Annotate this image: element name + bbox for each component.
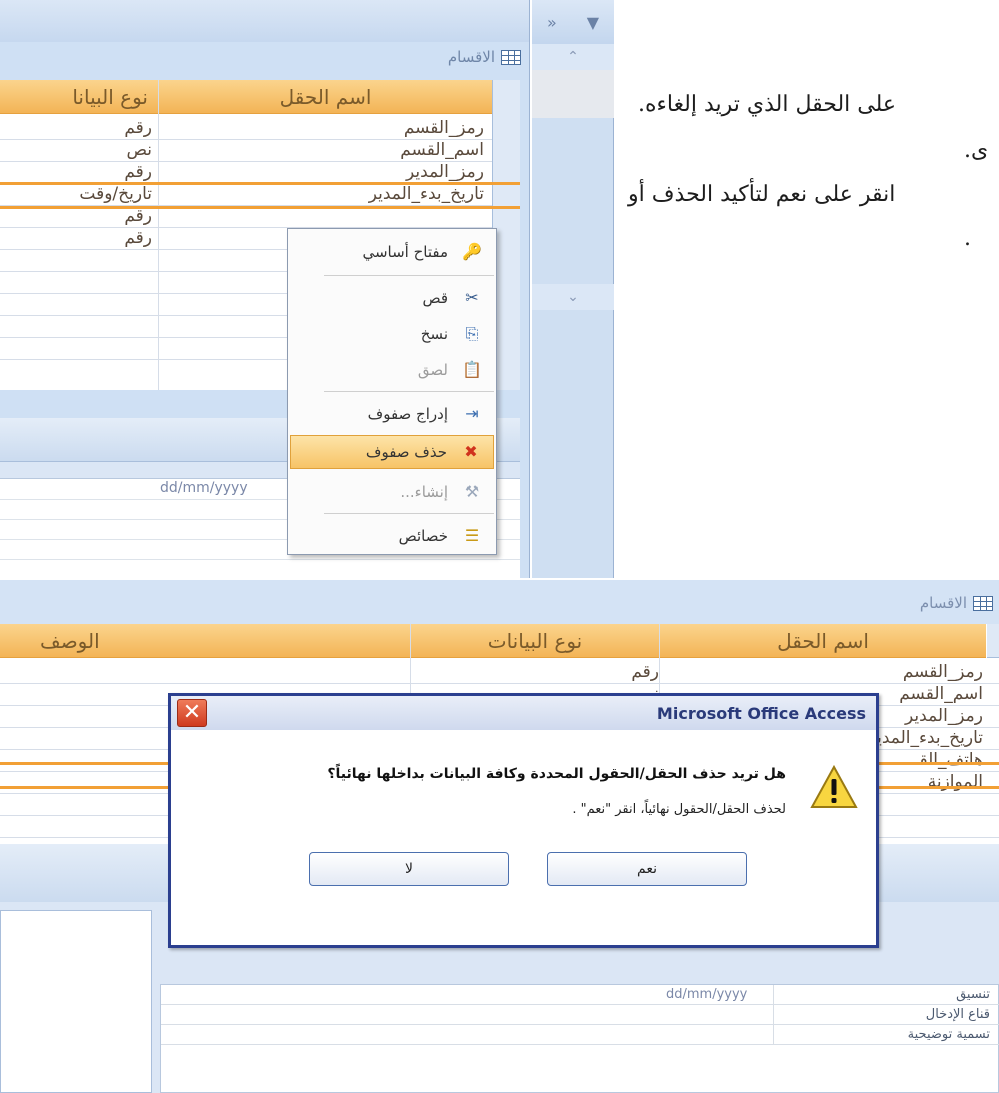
table-row[interactable]: رمز_القسم رقم — [0, 118, 492, 140]
column-header-description[interactable]: الوصف — [0, 624, 410, 658]
field-name-cell[interactable]: تاريخ_بدء_المدير — [868, 728, 983, 748]
column-header-data-type[interactable]: نوع البيانا — [0, 80, 158, 114]
menu-item-label: قص — [422, 289, 448, 307]
data-type-cell[interactable]: نص — [126, 140, 152, 160]
nav-pane-header: » ▼ — [532, 0, 614, 44]
menu-item-primary-key[interactable]: مفتاح أساسي 🔑 — [290, 235, 494, 269]
field-name-cell[interactable]: هاتف_القـ — [915, 750, 983, 770]
property-label: تنسيق — [956, 987, 990, 1002]
navigation-pane: » ▼ ⌃ ⌄ — [532, 0, 614, 578]
property-row[interactable]: تسمية توضيحية — [161, 1025, 999, 1045]
no-button[interactable]: لا — [309, 852, 509, 886]
data-type-cell[interactable]: رقم — [124, 228, 152, 248]
table-tab-label: الاقسام — [919, 594, 967, 612]
menu-item-insert-rows[interactable]: إدراج صفوف ⇥ — [290, 397, 494, 431]
menu-item-delete-rows[interactable]: حذف صفوف ✖ — [290, 435, 494, 469]
menu-item-label: حذف صفوف — [365, 443, 447, 461]
data-type-cell[interactable]: تاريخ/وقت — [79, 184, 152, 204]
properties-icon: ☰ — [464, 526, 480, 545]
table-row[interactable]: رمز_المدير رقم — [0, 162, 492, 184]
ribbon-strip — [0, 0, 529, 42]
table-tab[interactable]: الاقسام — [448, 44, 521, 70]
field-name-cell[interactable]: اسم_القسم — [899, 684, 983, 704]
field-name-cell[interactable]: اسم_القسم — [400, 140, 484, 160]
column-header-field-name[interactable]: اسم الحقل — [159, 80, 492, 114]
dialog-message: هل تريد حذف الحقل/الحقول المحددة وكافة ا… — [327, 766, 786, 782]
property-label: قناع الإدخال — [925, 1007, 990, 1022]
context-menu: مفتاح أساسي 🔑 قص ✂ نسخ ⎘ لصق 📋 إدراج صفو… — [287, 228, 497, 555]
table-row[interactable]: رقم — [0, 206, 492, 228]
menu-item-build[interactable]: إنشاء... ⚒ — [290, 475, 494, 509]
table-icon — [501, 49, 521, 65]
yes-button[interactable]: نعم — [547, 852, 747, 886]
menu-item-label: إنشاء... — [400, 483, 448, 501]
property-value[interactable]: dd/mm/yyyy — [666, 987, 747, 1002]
menu-item-label: نسخ — [420, 325, 448, 343]
menu-item-label: إدراج صفوف — [367, 405, 448, 423]
property-label: تسمية توضيحية — [907, 1027, 990, 1042]
instruction-line: . — [964, 226, 971, 251]
close-icon[interactable]: ✕ — [177, 699, 207, 727]
column-header-data-type[interactable]: نوع البيانات — [411, 624, 659, 658]
field-name-cell[interactable]: الموازنة — [928, 772, 983, 792]
menu-item-cut[interactable]: قص ✂ — [290, 281, 494, 315]
nav-selected-group[interactable] — [532, 70, 614, 118]
instruction-line: انقر على نعم لتأكيد الحذف أو — [628, 182, 896, 207]
table-tab[interactable]: الاقسام — [920, 594, 993, 612]
table-row-selected[interactable]: تاريخ_بدء_المدير تاريخ/وقت — [0, 184, 492, 206]
copy-icon: ⎘ — [465, 324, 479, 343]
property-divider — [0, 559, 520, 560]
warning-icon — [810, 764, 858, 808]
confirm-delete-dialog: Microsoft Office Access ✕ هل تريد حذف ال… — [168, 693, 879, 948]
data-type-cell[interactable]: رقم — [631, 662, 659, 682]
field-name-cell[interactable]: رمز_القسم — [903, 662, 983, 682]
select-all-corner[interactable] — [987, 624, 999, 658]
menu-item-copy[interactable]: نسخ ⎘ — [290, 317, 494, 351]
field-name-cell[interactable]: تاريخ_بدء_المدير — [369, 184, 484, 204]
data-type-cell[interactable]: رقم — [124, 206, 152, 226]
field-name-cell[interactable]: رمز_القسم — [404, 118, 484, 138]
delete-rows-icon: ✖ — [464, 442, 478, 461]
bottom-table-design-view: الاقسام الوصف نوع البيانات اسم الحقل رمز… — [0, 580, 999, 1093]
property-row[interactable]: تنسيق dd/mm/yyyy — [161, 985, 999, 1005]
menu-item-paste[interactable]: لصق 📋 — [290, 353, 494, 387]
menu-separator — [324, 275, 494, 276]
instruction-line: ى. — [964, 138, 989, 163]
data-type-cell[interactable]: رقم — [124, 118, 152, 138]
dialog-title-bar[interactable]: Microsoft Office Access — [171, 696, 876, 730]
menu-separator — [324, 391, 494, 392]
table-row[interactable]: رمز_القسم رقم — [0, 662, 999, 684]
selection-border-top — [0, 182, 520, 185]
properties-grid: تنسيق dd/mm/yyyy قناع الإدخال تسمية توضي… — [160, 984, 999, 1093]
menu-item-label: مفتاح أساسي — [362, 243, 448, 261]
menu-item-label: خصائص — [398, 527, 448, 545]
selection-border-bottom — [0, 206, 520, 209]
table-icon — [973, 595, 993, 611]
build-icon: ⚒ — [464, 482, 480, 501]
column-header-field-name[interactable]: اسم الحقل — [660, 624, 986, 658]
dialog-title: Microsoft Office Access — [656, 703, 866, 723]
dropdown-icon[interactable]: ▼ — [587, 13, 599, 32]
format-property-value[interactable]: dd/mm/yyyy — [160, 480, 248, 496]
data-type-cell[interactable]: رقم — [124, 162, 152, 182]
nav-section-expand-down-icon[interactable]: ⌄ — [532, 284, 614, 310]
menu-item-label: لصق — [417, 361, 448, 379]
property-row[interactable]: قناع الإدخال — [161, 1005, 999, 1025]
key-icon: 🔑 — [462, 242, 482, 261]
paste-icon: 📋 — [462, 360, 482, 379]
insert-rows-icon: ⇥ — [465, 404, 479, 423]
table-row[interactable]: اسم_القسم نص — [0, 140, 492, 162]
field-name-cell[interactable]: رمز_المدير — [905, 706, 983, 726]
instruction-line: على الحقل الذي تريد إلغاءه. — [638, 92, 897, 117]
scissors-icon: ✂ — [465, 288, 479, 307]
nav-section-expand-up-icon[interactable]: ⌃ — [532, 44, 614, 70]
dialog-submessage: لحذف الحقل/الحقول نهائياً، انقر "نعم" . — [572, 802, 786, 817]
page: الاقسام نوع البيانا اسم الحقل رمز_القسم … — [0, 0, 999, 1093]
collapse-icon[interactable]: » — [547, 13, 557, 32]
menu-separator — [324, 513, 494, 514]
menu-item-properties[interactable]: خصائص ☰ — [290, 519, 494, 553]
field-name-cell[interactable]: رمز_المدير — [406, 162, 484, 182]
properties-tab-page — [0, 910, 152, 1093]
table-tab-label: الاقسام — [447, 48, 495, 66]
